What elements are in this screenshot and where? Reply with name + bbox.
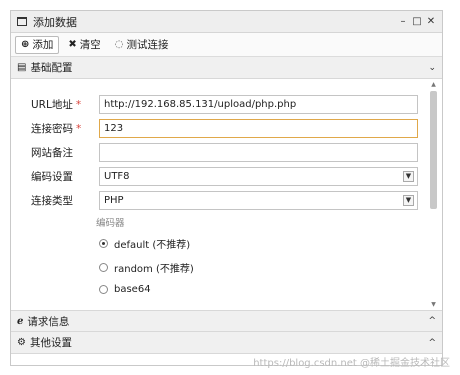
add-button[interactable]: ⊕ 添加 (15, 35, 60, 54)
scroll-down-icon[interactable]: ▼ (429, 300, 438, 309)
note-row: 网站备注 (11, 142, 426, 162)
type-row: 连接类型 PHP ▼ (11, 190, 426, 210)
password-row: 连接密码 * 123 (11, 118, 426, 138)
radio-icon[interactable] (99, 285, 108, 294)
encoder-option-default[interactable]: default (不推荐) (99, 236, 190, 251)
test-connection-button[interactable]: ◌ 测试连接 (110, 36, 174, 54)
password-label: 连接密码 * (31, 122, 82, 135)
gears-icon: ⚙ (17, 337, 26, 348)
radio-icon[interactable] (99, 263, 108, 272)
encoder-option-random[interactable]: random (不推荐) (99, 260, 194, 275)
chevron-down-icon[interactable]: ▼ (403, 194, 414, 206)
encoder-option-base64[interactable]: base64 (99, 284, 151, 295)
radio-checked-icon[interactable] (99, 239, 108, 248)
spinner-icon: ◌ (114, 39, 124, 50)
minimize-icon[interactable]: – (398, 16, 408, 27)
section-request-label: 请求信息 (27, 315, 70, 328)
note-input[interactable] (99, 142, 418, 162)
list-icon: ▤ (17, 62, 27, 73)
chevron-up-icon: ^ (428, 316, 436, 326)
window-controls: – □ ✕ (398, 16, 436, 27)
add-button-label: 添加 (32, 39, 54, 51)
chevron-down-icon: ⌄ (428, 62, 436, 73)
test-connection-label: 测试连接 (126, 39, 169, 51)
add-data-window: 添加数据 – □ ✕ ⊕ 添加 ✖ 清空 ◌ 测试连接 ▤ 基础配置 ⌄ URL… (10, 10, 443, 366)
close-icon[interactable]: ✕ (426, 16, 436, 27)
plus-circle-icon: ⊕ (21, 39, 30, 50)
url-label: URL地址 * (31, 98, 82, 111)
url-input[interactable]: http://192.168.85.131/upload/php.php (99, 94, 418, 114)
maximize-icon[interactable]: □ (412, 16, 422, 27)
window-titlebar: 添加数据 – □ ✕ (11, 11, 442, 33)
encoder-title: 编码器 (96, 218, 125, 229)
encoder-option-label: default (不推荐) (114, 240, 191, 251)
window-title: 添加数据 (33, 15, 77, 29)
clear-button-label: 清空 (79, 39, 101, 51)
clear-button[interactable]: ✖ 清空 (63, 36, 105, 54)
encoding-select-value: UTF8 (104, 170, 130, 182)
encoder-option-label: random (不推荐) (114, 264, 194, 275)
section-basic-label: 基础配置 (30, 62, 73, 74)
section-other-label: 其他设置 (29, 337, 72, 349)
scrollbar-thumb[interactable] (430, 91, 437, 209)
type-select[interactable]: PHP ▼ (99, 190, 418, 210)
note-label: 网站备注 (31, 146, 73, 159)
vertical-scrollbar[interactable]: ▲ ▼ (429, 79, 438, 310)
basic-config-content: URL地址 * http://192.168.85.131/upload/php.… (11, 79, 442, 310)
section-other-settings[interactable]: ⚙ 其他设置 ^ (11, 332, 442, 354)
encoding-select[interactable]: UTF8 ▼ (99, 166, 418, 186)
encoding-row: 编码设置 UTF8 ▼ (11, 166, 426, 186)
toolbar: ⊕ 添加 ✖ 清空 ◌ 测试连接 (11, 33, 442, 57)
url-row: URL地址 * http://192.168.85.131/upload/php.… (11, 94, 426, 114)
password-input[interactable]: 123 (99, 118, 418, 138)
window-icon (17, 17, 27, 26)
section-request-info[interactable]: ℯ 请求信息 ^ (11, 310, 442, 332)
section-basic-config[interactable]: ▤ 基础配置 ⌄ (11, 57, 442, 79)
scroll-up-icon[interactable]: ▲ (429, 80, 438, 89)
type-label: 连接类型 (31, 194, 73, 207)
encoder-option-label: base64 (114, 284, 151, 295)
type-select-value: PHP (104, 194, 124, 206)
chevron-up-icon: ^ (428, 337, 436, 348)
watermark: https://blog.csdn.net @稀土掘金技术社区 (253, 358, 450, 369)
e-icon: ℯ (17, 315, 24, 327)
chevron-down-icon[interactable]: ▼ (403, 170, 414, 182)
x-icon: ✖ (68, 39, 77, 50)
encoding-label: 编码设置 (31, 170, 73, 183)
